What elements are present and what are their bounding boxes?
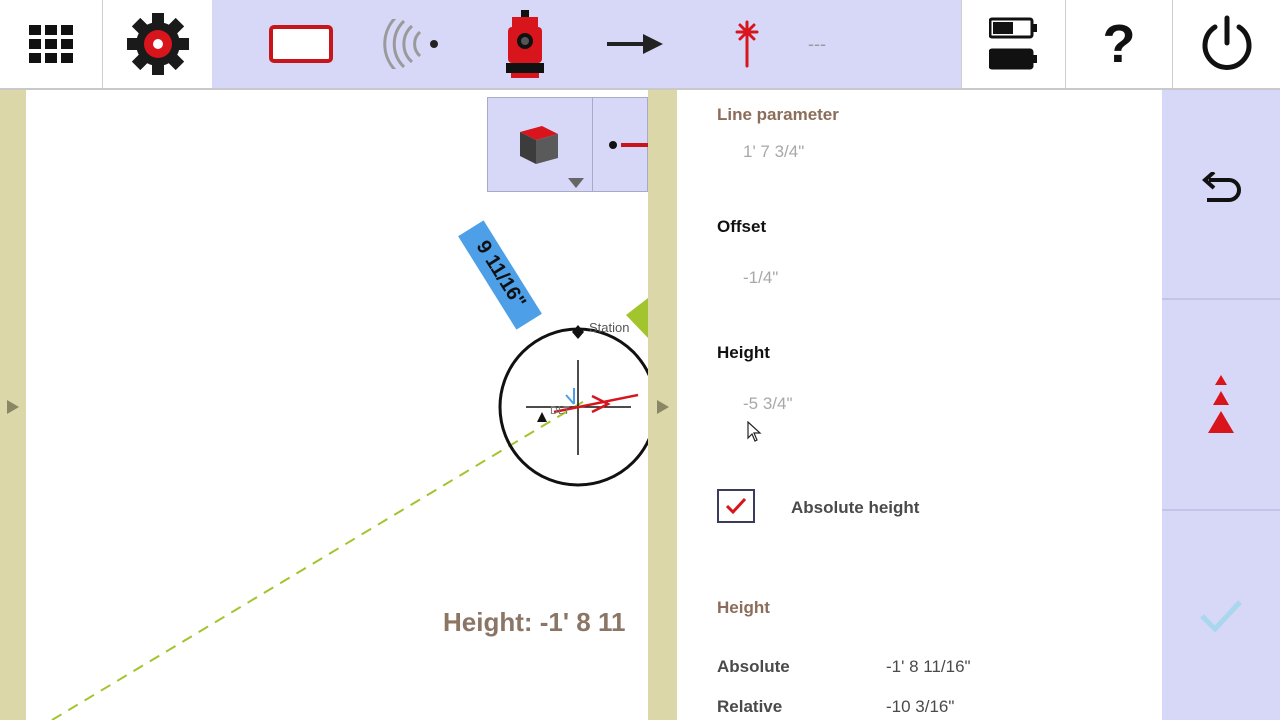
stakeout-triangles-icon [1208,374,1234,433]
status-dash: --- [808,33,826,54]
display-screen-icon [269,25,333,63]
view-3d-button[interactable] [488,98,593,191]
expand-right-icon [657,400,669,414]
map-view[interactable]: 9 11/16" Station DLT Height: -1' 8 11 [26,90,648,720]
station-marker [572,325,584,339]
undo-icon [1201,172,1241,202]
offset-label: Offset [717,217,767,236]
left-panel-toggle[interactable] [0,90,26,720]
relative-row-label: Relative [717,697,783,716]
instrument-button[interactable] [495,0,555,88]
connection-button[interactable] [380,0,444,88]
absolute-row-label: Absolute [717,657,790,676]
battery-status[interactable] [961,0,1066,88]
cube-3d-icon [520,126,558,164]
undo-button[interactable] [1162,90,1280,300]
height-readout: Height: -1' 8 11 [443,607,626,637]
alignment-line [51,399,587,720]
laser-target-icon [735,20,759,68]
display-button[interactable] [260,0,342,88]
direction-button[interactable] [605,0,665,88]
height-input[interactable]: -5 3/4" [743,394,793,414]
absolute-height-label: Absolute height [791,498,920,517]
line-parameter-panel: Line parameter 1' 7 3/4" Offset -1/4" He… [677,90,1162,720]
wireless-signal-icon [383,19,438,69]
absolute-height-checkbox[interactable] [717,489,755,523]
panel-collapse-toggle[interactable] [648,90,677,720]
dropdown-arrow-icon [568,178,584,188]
confirm-check-icon [1200,599,1242,633]
action-sidebar [1162,90,1280,720]
relative-row-value: -10 3/16" [886,697,955,716]
mouse-cursor-icon [747,421,762,442]
absolute-row-value: -1' 8 11/16" [886,657,971,676]
apps-grid-icon [29,25,73,63]
view-mode-toolbar [487,97,648,192]
apps-button[interactable] [0,0,103,88]
power-icon [1202,15,1251,70]
help-button[interactable]: ? [1066,0,1173,88]
point-line-icon [609,141,648,149]
settings-button[interactable] [104,0,212,88]
station-label: Station [589,320,630,335]
help-icon: ? [1102,14,1136,74]
total-station-icon [506,10,544,78]
arrow-right-icon [607,34,663,54]
top-toolbar: --- ? [0,0,1280,90]
power-button[interactable] [1173,0,1280,88]
battery-icon [988,17,1037,70]
height-input-label: Height [717,343,770,362]
line-mode-button[interactable] [593,98,648,191]
confirm-button[interactable] [1162,511,1280,720]
offset-input[interactable]: -1/4" [743,268,778,288]
stakeout-button[interactable] [1162,300,1280,511]
height-section-label: Height [717,598,770,617]
settings-gear-icon [127,13,189,75]
line-parameter-input[interactable]: 1' 7 3/4" [743,142,804,162]
station-small-label: DLT [550,405,570,417]
checkmark-icon [725,497,747,515]
laser-button[interactable] [725,0,769,88]
expand-right-icon [7,400,19,414]
line-parameter-label: Line parameter [717,105,839,124]
